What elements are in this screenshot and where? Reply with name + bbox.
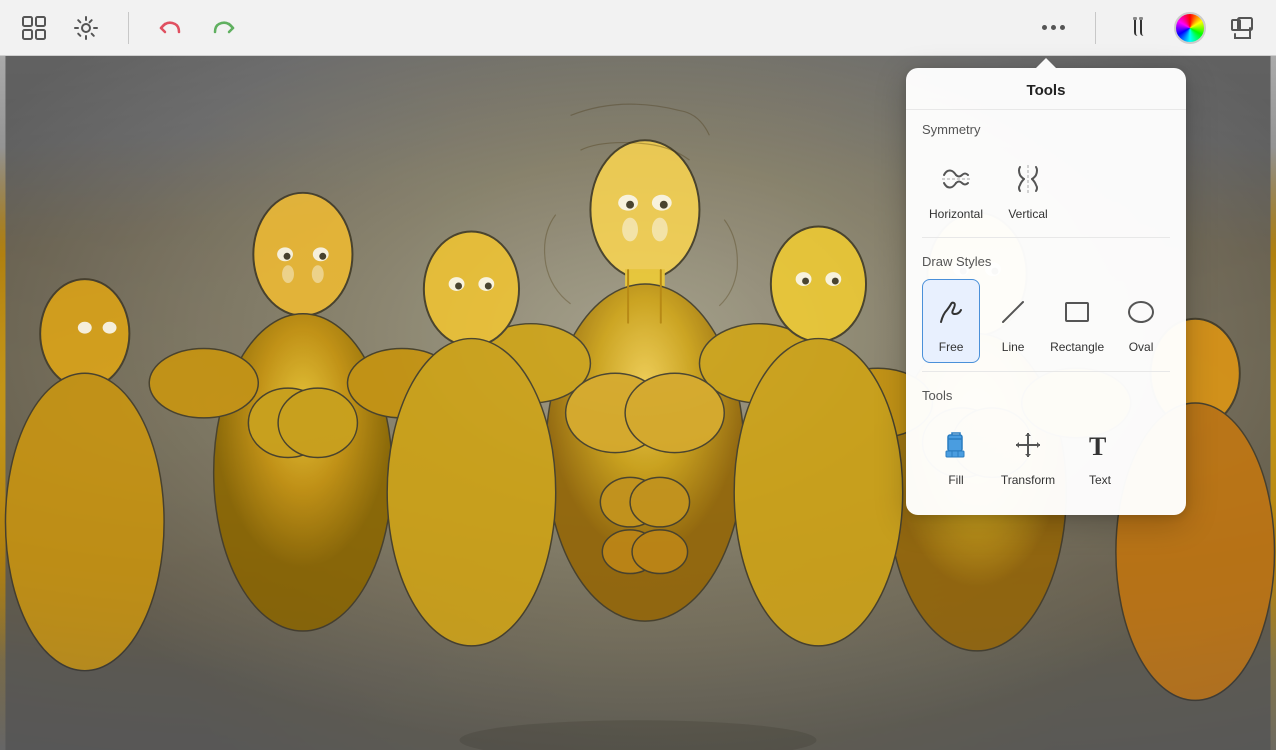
transform-tool-label: Transform: [1001, 473, 1055, 487]
toolbar-divider-2: [1095, 12, 1096, 44]
text-tool-label: Text: [1089, 473, 1111, 487]
rectangle-draw-icon: [1059, 294, 1095, 330]
redo-icon: [209, 14, 237, 42]
color-button[interactable]: [1172, 10, 1208, 46]
text-icon-area: T: [1076, 421, 1124, 469]
svg-text:T: T: [1089, 432, 1106, 461]
fill-tool-label: Fill: [948, 473, 963, 487]
rectangle-draw-label: Rectangle: [1050, 340, 1104, 354]
popup-title: Tools: [906, 68, 1186, 110]
oval-draw-label: Oval: [1129, 340, 1154, 354]
horizontal-symmetry-icon-area: [932, 155, 980, 203]
color-wheel-icon: [1174, 12, 1206, 44]
more-button[interactable]: [1035, 10, 1071, 46]
tools-grid: Fill Transform T: [906, 409, 1186, 499]
redo-button[interactable]: [205, 10, 241, 46]
toolbar-left-group: [16, 10, 241, 46]
fill-icon: [938, 427, 974, 463]
more-dots-icon: [1042, 25, 1065, 30]
line-draw-icon: [995, 294, 1031, 330]
share-button[interactable]: [1224, 10, 1260, 46]
grid-icon: [20, 14, 48, 42]
transform-tool[interactable]: Transform: [994, 413, 1062, 495]
free-draw-icon-area: [927, 288, 975, 336]
share-icon: [1228, 14, 1256, 42]
divider-1: [922, 237, 1170, 238]
oval-draw-icon-area: [1117, 288, 1165, 336]
text-tool[interactable]: T Text: [1066, 413, 1134, 495]
vertical-symmetry-label: Vertical: [1008, 207, 1047, 221]
brushes-button[interactable]: [1120, 10, 1156, 46]
draw-styles-section-label: Draw Styles: [906, 242, 1186, 275]
vertical-symmetry-icon: [1010, 161, 1046, 197]
text-icon: T: [1082, 427, 1118, 463]
oval-draw-icon: [1123, 294, 1159, 330]
divider-2: [922, 371, 1170, 372]
horizontal-symmetry-label: Horizontal: [929, 207, 983, 221]
tools-section-label: Tools: [906, 376, 1186, 409]
brushes-icon: [1124, 14, 1152, 42]
line-draw-icon-area: [989, 288, 1037, 336]
vertical-symmetry-tool[interactable]: Vertical: [994, 147, 1062, 229]
undo-icon: [157, 14, 185, 42]
settings-button[interactable]: [68, 10, 104, 46]
horizontal-symmetry-tool[interactable]: Horizontal: [922, 147, 990, 229]
vertical-symmetry-icon-area: [1004, 155, 1052, 203]
undo-button[interactable]: [153, 10, 189, 46]
toolbar-right-group: [1035, 10, 1260, 46]
tools-popup: Tools Symmetry Horizontal: [906, 68, 1186, 515]
free-draw-tool[interactable]: Free: [922, 279, 980, 363]
toolbar: [0, 0, 1276, 56]
symmetry-tool-grid: Horizontal Vertical: [906, 143, 1186, 233]
grid-button[interactable]: [16, 10, 52, 46]
free-draw-label: Free: [939, 340, 964, 354]
line-draw-label: Line: [1002, 340, 1025, 354]
free-draw-icon: [933, 294, 969, 330]
oval-draw-tool[interactable]: Oval: [1112, 279, 1170, 363]
gear-icon: [72, 14, 100, 42]
rectangle-draw-icon-area: [1053, 288, 1101, 336]
fill-tool[interactable]: Fill: [922, 413, 990, 495]
horizontal-symmetry-icon: [938, 161, 974, 197]
toolbar-divider-1: [128, 12, 129, 44]
symmetry-section-label: Symmetry: [906, 110, 1186, 143]
draw-styles-grid: Free Line Rectangle: [906, 275, 1186, 367]
fill-icon-area: [932, 421, 980, 469]
transform-icon-area: [1004, 421, 1052, 469]
line-draw-tool[interactable]: Line: [984, 279, 1042, 363]
transform-icon: [1010, 427, 1046, 463]
rectangle-draw-tool[interactable]: Rectangle: [1046, 279, 1108, 363]
